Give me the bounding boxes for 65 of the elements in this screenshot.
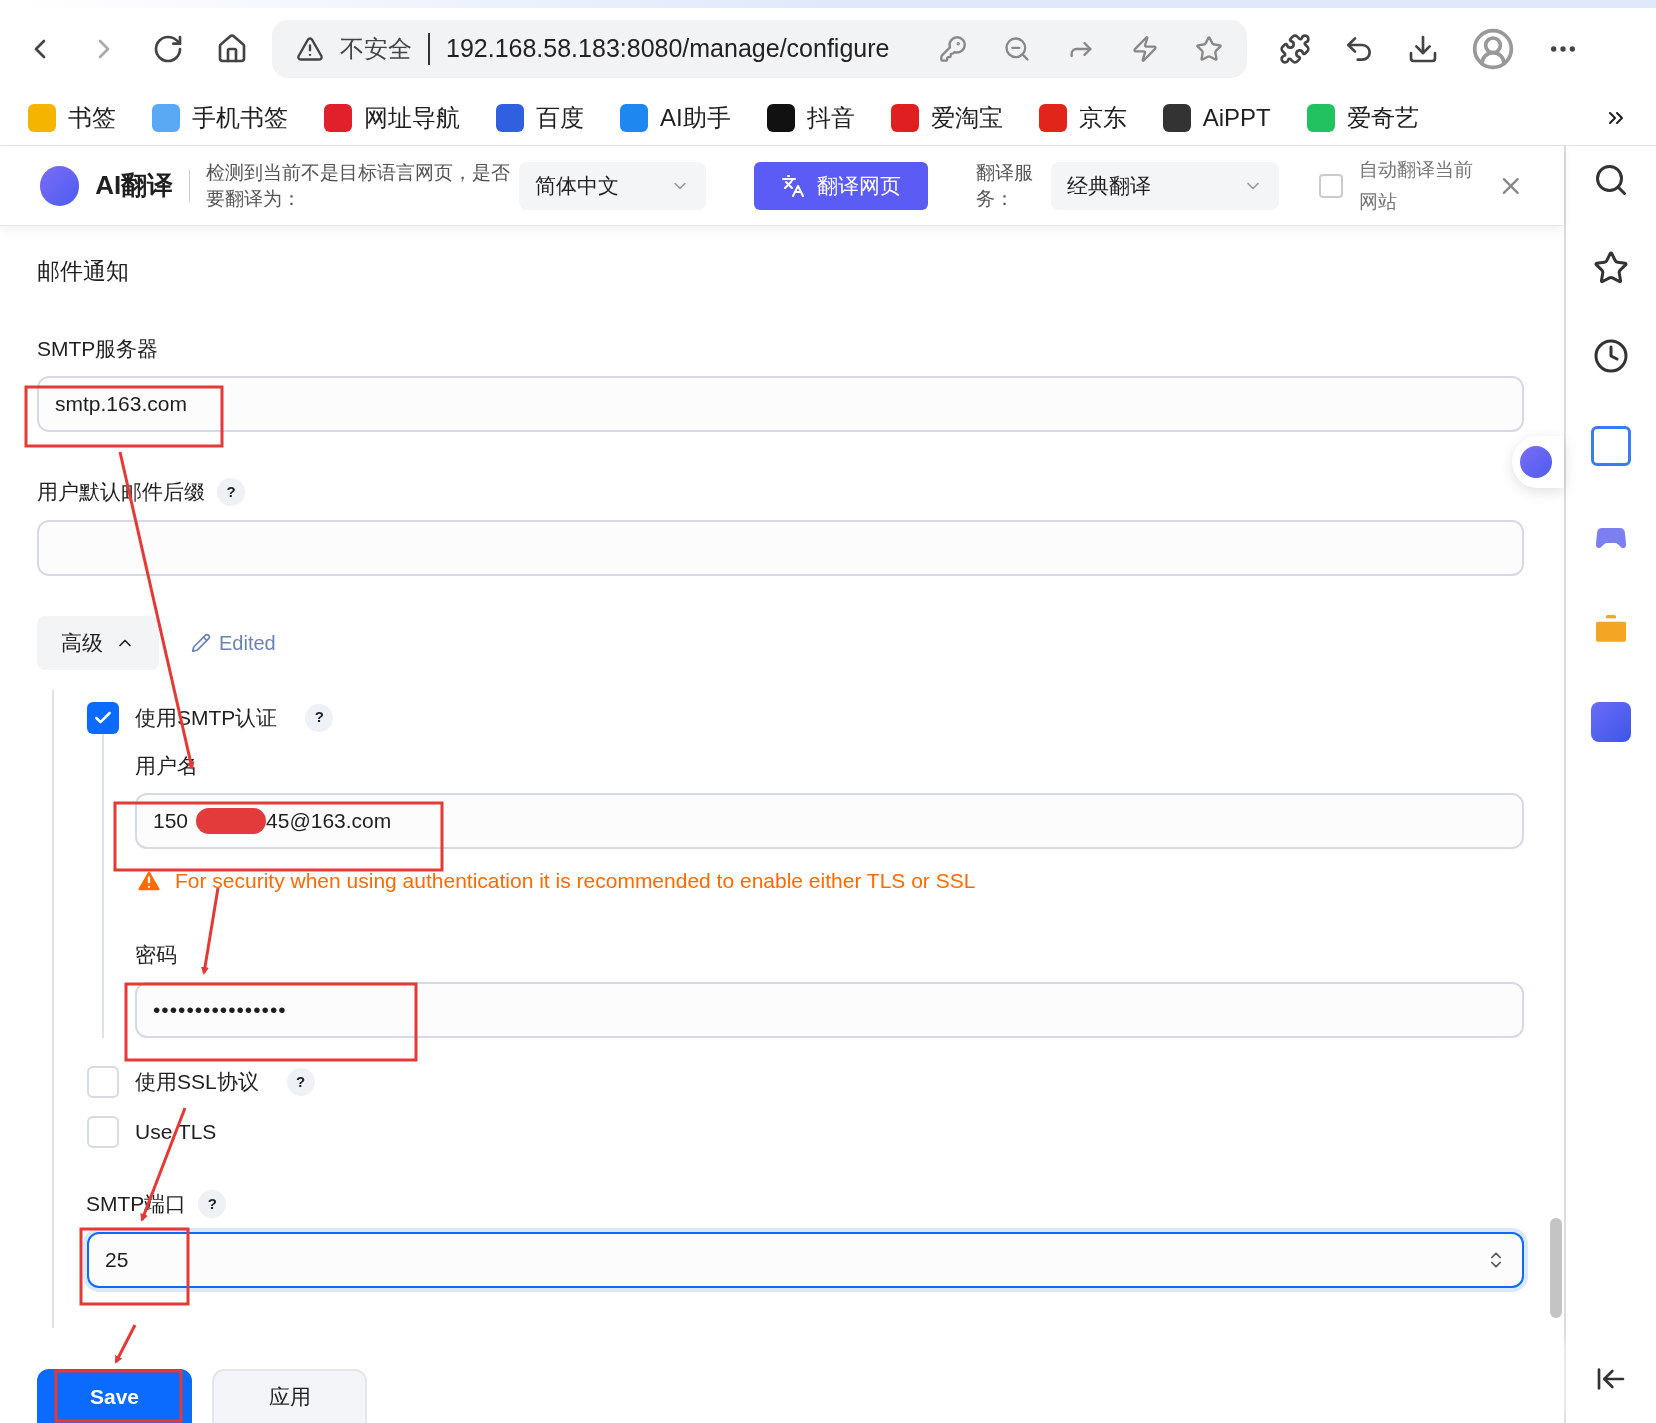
search-icon[interactable] — [1593, 162, 1629, 198]
field-value: 45@163.com — [266, 808, 392, 835]
star-icon[interactable] — [1195, 35, 1223, 63]
auto-translate-checkbox[interactable] — [1319, 173, 1343, 198]
field-label: 密码 — [135, 941, 178, 968]
bookmark-link[interactable]: 爱淘宝 — [930, 99, 1003, 136]
edited-label: Edited — [219, 630, 276, 656]
translate-icon — [780, 173, 805, 198]
home-icon[interactable] — [216, 33, 248, 65]
section-title: 邮件通知 — [37, 257, 130, 286]
help-button[interactable]: ? — [286, 1068, 315, 1096]
bookmark-link[interactable]: 手机书签 — [192, 99, 288, 136]
checkbox[interactable] — [87, 1116, 119, 1148]
reload-icon[interactable] — [152, 33, 184, 65]
bookmark-link[interactable]: 百度 — [536, 99, 584, 136]
checkbox[interactable] — [87, 1066, 119, 1098]
key-icon[interactable] — [939, 35, 967, 63]
download-icon[interactable] — [1407, 33, 1439, 65]
advanced-toggle[interactable]: 高级 — [37, 615, 159, 670]
star-icon[interactable] — [1593, 250, 1629, 286]
lightning-icon[interactable] — [1131, 35, 1159, 63]
redaction-mark — [196, 808, 267, 834]
checkbox-label: 使用SSL协议 — [135, 1069, 259, 1096]
checkbox[interactable] — [87, 701, 119, 734]
bookmark-link[interactable]: 网址导航 — [364, 99, 460, 136]
input-field[interactable]: smtp.163.com — [37, 376, 1524, 432]
translate-button[interactable]: 翻译网页 — [753, 161, 928, 210]
input-field[interactable]: 150 45@163.com — [135, 793, 1524, 849]
pencil-icon — [191, 632, 211, 653]
url-text: 192.168.58.183:8080/manage/configure — [446, 33, 890, 65]
profile-icon[interactable] — [1471, 27, 1515, 71]
input-field[interactable]: •••••••••••••••• — [135, 982, 1524, 1038]
address-bar[interactable]: 不安全 192.168.58.183:8080/manage/configure — [272, 20, 1247, 78]
translate-float-button[interactable] — [1512, 436, 1564, 488]
apply-button[interactable]: 应用 — [212, 1369, 367, 1423]
bookmark-link[interactable]: 抖音 — [806, 99, 855, 136]
bookmark-link[interactable]: AiPPT — [1202, 99, 1271, 136]
clock-icon[interactable] — [1593, 338, 1629, 374]
service-label: 翻译服务： — [975, 160, 1034, 211]
language-select[interactable]: 简体中文 — [518, 161, 706, 210]
save-button[interactable]: Save — [37, 1369, 192, 1423]
help-button[interactable]: ? — [305, 703, 334, 732]
translate-logo-icon — [1520, 446, 1552, 478]
auto-translate-label: 自动翻译当前网站 — [1358, 157, 1474, 214]
bookmark-link[interactable]: 京东 — [1078, 99, 1127, 136]
service-select[interactable]: 经典翻译 — [1050, 161, 1280, 210]
bookmark-link[interactable]: AI助手 — [660, 99, 731, 136]
security-label: 不安全 — [340, 34, 412, 64]
bookmark-link[interactable]: 爱奇艺 — [1346, 99, 1419, 136]
field-label: SMTP服务器 — [37, 335, 160, 362]
help-button[interactable]: ? — [217, 477, 245, 506]
help-button[interactable]: ? — [198, 1189, 227, 1218]
translate-logo-icon — [40, 165, 80, 206]
bookmark-link[interactable]: 书签 — [68, 99, 116, 136]
annotation-arrow — [114, 1324, 137, 1364]
input-field[interactable] — [37, 519, 1524, 576]
warning-icon — [296, 35, 324, 63]
translate-prompt: 检测到当前不是目标语言网页，是否要翻译为： — [206, 160, 511, 211]
checkbox-label: Use TLS — [135, 1119, 217, 1146]
field-value: 150 — [153, 808, 189, 835]
scrollbar-thumb[interactable] — [1550, 1218, 1562, 1318]
warning-text: For security when using authentication it is recommended to enable either TLS or SSL — [175, 868, 976, 894]
extensions-icon[interactable] — [1279, 33, 1311, 65]
brand-name: AI翻译 — [95, 169, 174, 202]
zoom-out-icon[interactable] — [1003, 35, 1031, 63]
